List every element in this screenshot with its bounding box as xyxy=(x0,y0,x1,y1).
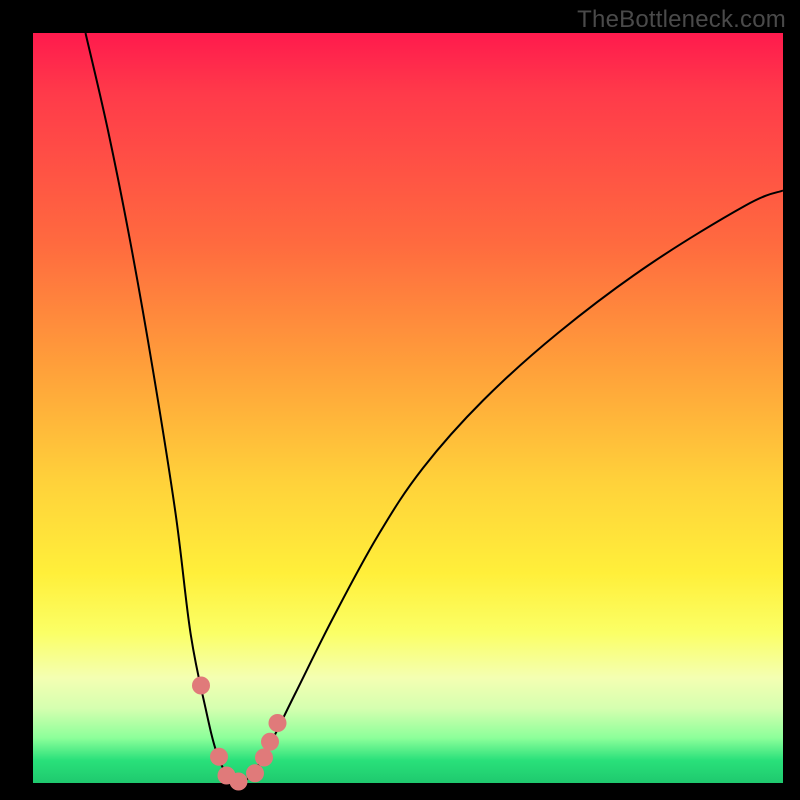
plot-area xyxy=(33,33,783,783)
marker-group xyxy=(192,677,287,791)
curve-path xyxy=(86,33,784,783)
data-marker xyxy=(269,714,287,732)
data-marker xyxy=(210,748,228,766)
data-marker xyxy=(261,733,279,751)
chart-frame: TheBottleneck.com xyxy=(0,0,800,800)
data-marker xyxy=(246,764,264,782)
data-marker xyxy=(255,749,273,767)
bottleneck-curve xyxy=(33,33,783,783)
data-marker xyxy=(230,773,248,791)
attribution-watermark: TheBottleneck.com xyxy=(577,6,786,34)
data-marker xyxy=(192,677,210,695)
